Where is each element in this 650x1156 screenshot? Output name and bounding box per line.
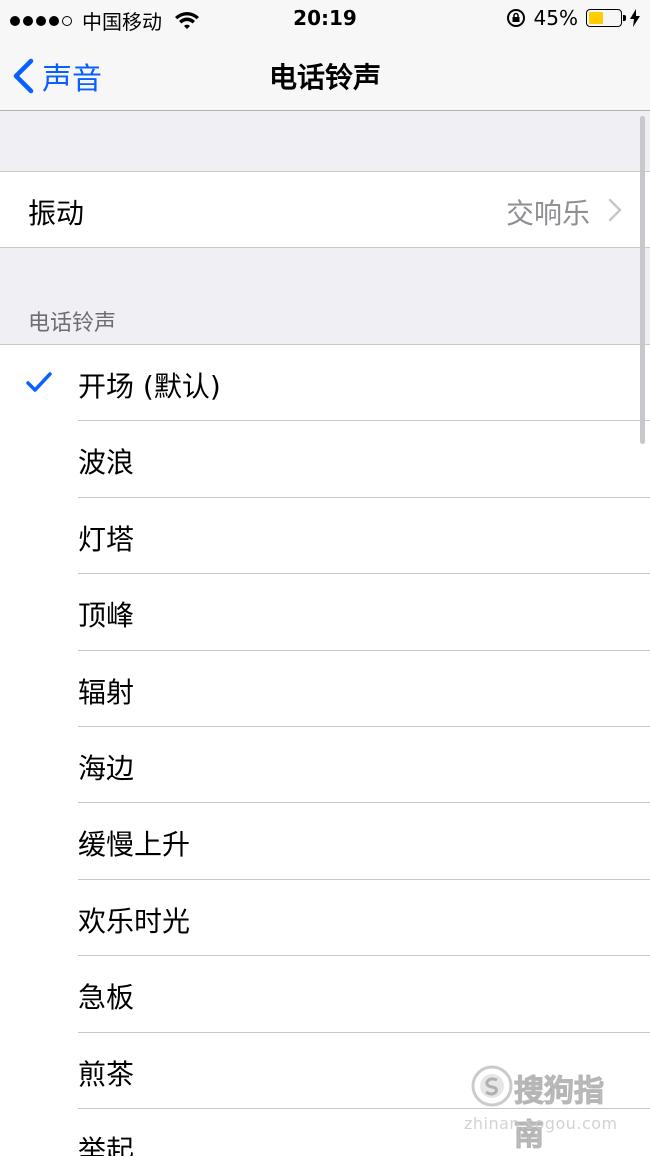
vibration-value: 交响乐 bbox=[505, 197, 590, 230]
ringtone-label: 辐射 bbox=[78, 675, 135, 709]
battery-percent: 45% bbox=[533, 6, 578, 30]
ringtone-label: 顶峰 bbox=[78, 599, 135, 633]
ringtone-label: 举起 bbox=[78, 1133, 135, 1156]
ringtone-row[interactable]: 欢乐时光 bbox=[0, 880, 650, 957]
ringtone-label: 急板 bbox=[78, 981, 135, 1015]
ringtone-row[interactable]: 波浪 bbox=[0, 421, 650, 498]
ringtone-label: 欢乐时光 bbox=[78, 904, 191, 938]
ringtone-row[interactable]: 急板 bbox=[0, 956, 650, 1033]
status-bar: 中国移动 20:19 45% bbox=[0, 0, 650, 36]
ringtone-row[interactable]: 顶峰 bbox=[0, 574, 650, 651]
ringtone-row[interactable]: 灯塔 bbox=[0, 498, 650, 575]
ringtone-label: 开场 (默认) bbox=[78, 370, 221, 403]
ringtone-row[interactable]: 开场 (默认) bbox=[0, 345, 650, 422]
checkmark-icon bbox=[26, 372, 52, 392]
scroll-indicator bbox=[640, 116, 645, 444]
ringtone-row[interactable]: 缓慢上升 bbox=[0, 803, 650, 880]
page-title: 电话铃声 bbox=[268, 61, 381, 94]
ringtone-label: 缓慢上升 bbox=[78, 828, 191, 862]
navigation-bar: 声音 电话铃声 bbox=[0, 36, 650, 111]
vibration-setting-row[interactable]: 振动 交响乐 bbox=[0, 171, 650, 248]
battery-icon bbox=[586, 9, 626, 27]
chevron-right-icon bbox=[608, 198, 622, 222]
ringtone-row[interactable]: 辐射 bbox=[0, 651, 650, 727]
ringtone-label: 煎茶 bbox=[78, 1057, 135, 1091]
ringtone-label: 灯塔 bbox=[78, 522, 135, 556]
status-right: 45% bbox=[506, 6, 640, 30]
ringtone-section-header: 电话铃声 bbox=[28, 311, 117, 336]
ringtone-label: 波浪 bbox=[78, 446, 135, 480]
vibration-label: 振动 bbox=[28, 197, 85, 230]
ringtone-label: 海边 bbox=[78, 751, 135, 785]
ringtone-row[interactable]: 海边 bbox=[0, 727, 650, 804]
ringtone-row[interactable]: 煎茶 bbox=[0, 1033, 650, 1109]
ringtone-list: 开场 (默认) 波浪灯塔顶峰辐射海边缓慢上升欢乐时光急板煎茶举起 bbox=[0, 344, 650, 1156]
rotation-lock-icon bbox=[506, 9, 525, 27]
charging-bolt-icon bbox=[630, 9, 640, 27]
ringtone-row[interactable]: 举起 bbox=[0, 1109, 650, 1156]
